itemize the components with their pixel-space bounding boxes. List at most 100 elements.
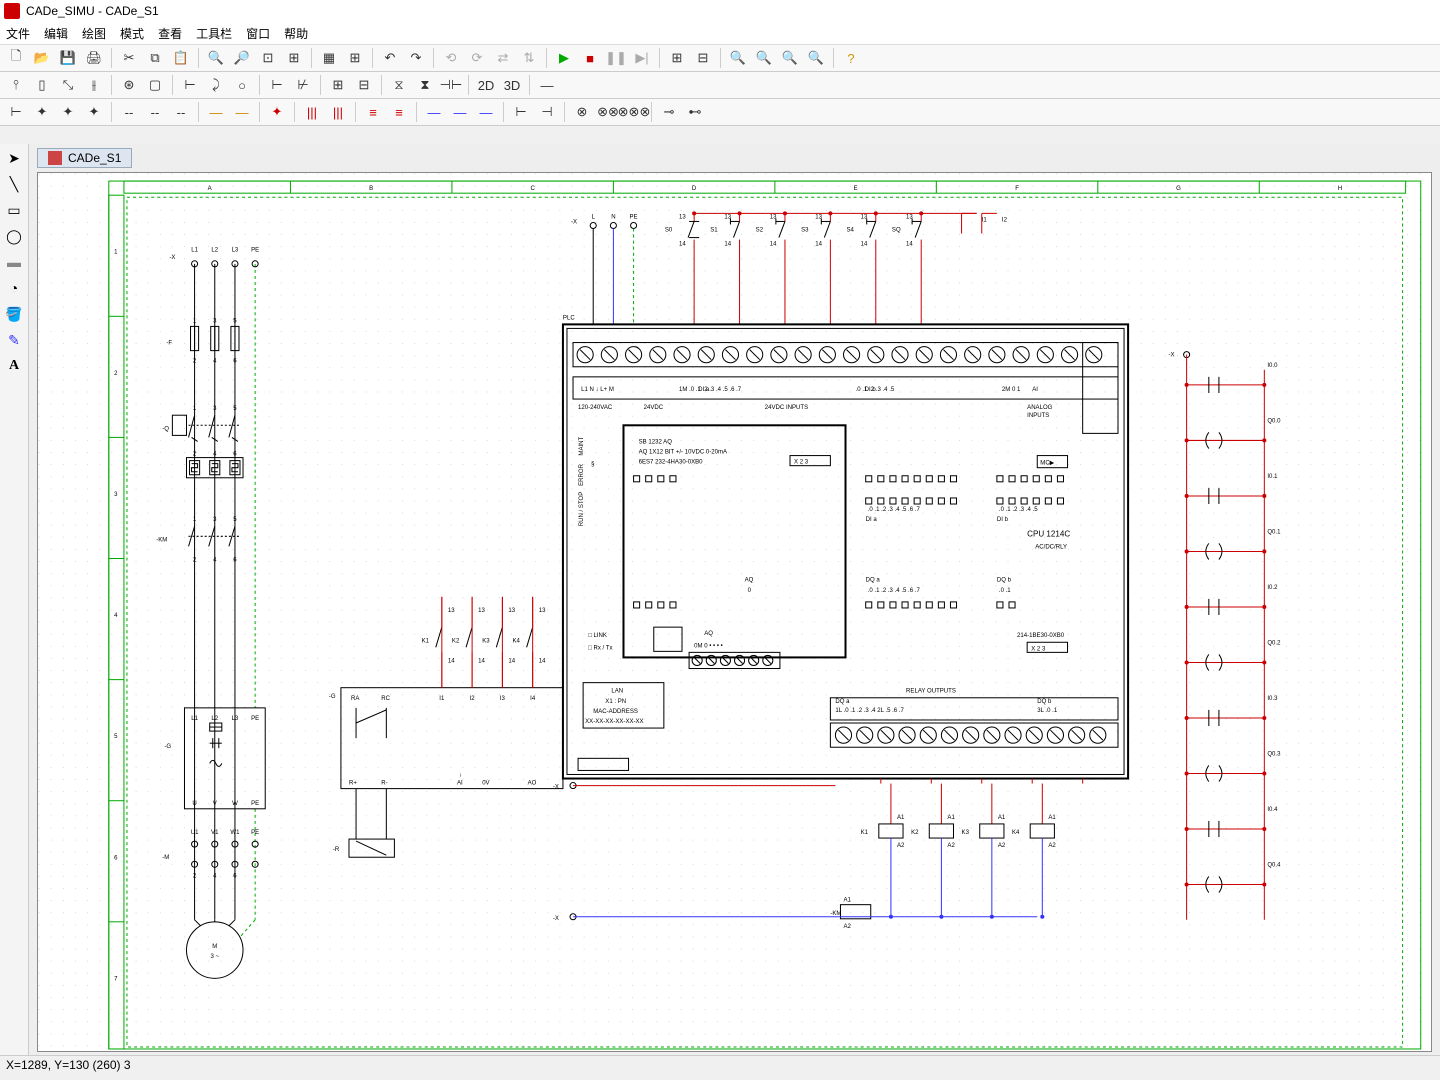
wire-term1-icon[interactable]: ⊸: [657, 100, 681, 124]
comp-no-icon[interactable]: ⊢: [265, 73, 289, 97]
wire-blue2-icon[interactable]: —: [448, 100, 472, 124]
wire-v2-icon[interactable]: ⊣: [535, 100, 559, 124]
wire-term2-icon[interactable]: ⊷: [683, 100, 707, 124]
mirror-v-icon[interactable]: ⇅: [517, 46, 541, 70]
wire-blue1-icon[interactable]: —: [422, 100, 446, 124]
open-icon[interactable]: 📂: [30, 46, 54, 70]
comp-probe-icon[interactable]: ⫯: [4, 73, 28, 97]
cut-icon[interactable]: ✂: [117, 46, 141, 70]
stop-icon[interactable]: ■: [578, 46, 602, 70]
zoom4-icon[interactable]: 🔍: [804, 46, 828, 70]
comp-cap-icon[interactable]: ⊣⊢: [439, 73, 463, 97]
wire-dash2-icon[interactable]: --: [143, 100, 167, 124]
wire-blue3-icon[interactable]: —: [474, 100, 498, 124]
svg-text:K3: K3: [962, 830, 970, 836]
comp-relay1-icon[interactable]: ⊞: [326, 73, 350, 97]
wire-3ph1-icon[interactable]: |||: [300, 100, 324, 124]
wire-coil2-icon[interactable]: ⊗⊗: [596, 100, 620, 124]
comp-timer1-icon[interactable]: ⧖: [387, 73, 411, 97]
wire-h1-icon[interactable]: ≡: [361, 100, 385, 124]
new-icon[interactable]: 🗋: [4, 46, 28, 70]
menu-mode[interactable]: 模式: [120, 25, 144, 42]
wire-solid1-icon[interactable]: —: [204, 100, 228, 124]
pause-icon[interactable]: ❚❚: [604, 46, 628, 70]
svg-text:14: 14: [508, 658, 515, 664]
comp-block-icon[interactable]: ▢: [143, 73, 167, 97]
comp-switch-icon[interactable]: ⤡: [56, 73, 80, 97]
svg-text:XX-XX-XX-XX-XX-XX: XX-XX-XX-XX-XX-XX: [585, 719, 643, 725]
wire-solid2-icon[interactable]: —: [230, 100, 254, 124]
step-icon[interactable]: ▶|: [630, 46, 654, 70]
copy-icon[interactable]: ⧉: [143, 46, 167, 70]
comp-timer2-icon[interactable]: ⧗: [413, 73, 437, 97]
wire-1-icon[interactable]: ⊢: [4, 100, 28, 124]
comp-line-icon[interactable]: —: [535, 73, 559, 97]
zoom-out-icon[interactable]: 🔍: [204, 46, 228, 70]
svg-text:I0.0: I0.0: [1267, 363, 1278, 369]
arrow-icon[interactable]: ➤: [4, 148, 24, 168]
svg-text:U1: U1: [191, 830, 199, 836]
wire-v1-icon[interactable]: ⊢: [509, 100, 533, 124]
help-icon[interactable]: ?: [839, 46, 863, 70]
redo-icon[interactable]: ↷: [404, 46, 428, 70]
comp-circle-icon[interactable]: ○: [230, 73, 254, 97]
rotate-left-icon[interactable]: ⟲: [439, 46, 463, 70]
comp-rotate-icon[interactable]: ⤸: [204, 73, 228, 97]
grid-icon[interactable]: ⊞: [343, 46, 367, 70]
wire-4-icon[interactable]: ✦: [82, 100, 106, 124]
save-icon[interactable]: 💾: [56, 46, 80, 70]
wire-dash1-icon[interactable]: --: [117, 100, 141, 124]
comp-multi-icon[interactable]: ⫲: [82, 73, 106, 97]
rotate-right-icon[interactable]: ⟳: [465, 46, 489, 70]
mirror-h-icon[interactable]: ⇄: [491, 46, 515, 70]
wire-3ph2-icon[interactable]: |||: [326, 100, 350, 124]
window2-icon[interactable]: ⊟: [691, 46, 715, 70]
wire-2-icon[interactable]: ✦: [30, 100, 54, 124]
undo-icon[interactable]: ↶: [378, 46, 402, 70]
svg-text:SQ: SQ: [892, 228, 901, 234]
menu-view[interactable]: 查看: [158, 25, 182, 42]
drawing-canvas[interactable]: ABCDEFGH 1234567 -X L1L2L3PE -F: [37, 172, 1432, 1052]
text-tool-icon[interactable]: A: [4, 356, 24, 376]
menu-window[interactable]: 窗口: [246, 25, 270, 42]
pick-tool-icon[interactable]: ✎: [4, 330, 24, 350]
line-tool-icon[interactable]: ╲: [4, 174, 24, 194]
comp-fuse-icon[interactable]: ▯: [30, 73, 54, 97]
paste-icon[interactable]: 📋: [169, 46, 193, 70]
wire-h2-icon[interactable]: ≡: [387, 100, 411, 124]
arc-tool-icon[interactable]: ◔: [4, 278, 24, 298]
wire-node-icon[interactable]: ✦: [265, 100, 289, 124]
menu-edit[interactable]: 编辑: [44, 25, 68, 42]
comp-3d-icon[interactable]: 3D: [500, 73, 524, 97]
ellipse-tool-icon[interactable]: ◯: [4, 226, 24, 246]
wire-coil3-icon[interactable]: ⊗⊗⊗: [622, 100, 646, 124]
window1-icon[interactable]: ⊞: [665, 46, 689, 70]
zoom-in-icon[interactable]: 🔎: [230, 46, 254, 70]
menu-toolbar[interactable]: 工具栏: [196, 25, 232, 42]
fillrect-tool-icon[interactable]: ▬: [4, 252, 24, 272]
menu-help[interactable]: 帮助: [284, 25, 308, 42]
comp-nc-icon[interactable]: ⊬: [291, 73, 315, 97]
zoom2-icon[interactable]: 🔍: [752, 46, 776, 70]
comp-relay2-icon[interactable]: ⊟: [352, 73, 376, 97]
comp-2d-icon[interactable]: 2D: [474, 73, 498, 97]
zoom-area-icon[interactable]: ⊞: [282, 46, 306, 70]
wire-dash3-icon[interactable]: --: [169, 100, 193, 124]
wire-3-icon[interactable]: ✦: [56, 100, 80, 124]
menu-draw[interactable]: 绘图: [82, 25, 106, 42]
print-icon[interactable]: 🖨: [82, 46, 106, 70]
menu-file[interactable]: 文件: [6, 25, 30, 42]
wire-coil1-icon[interactable]: ⊗: [570, 100, 594, 124]
select-icon[interactable]: ▦: [317, 46, 341, 70]
play-icon[interactable]: ▶: [552, 46, 576, 70]
comp-motor-icon[interactable]: ⊛: [117, 73, 141, 97]
zoom1-icon[interactable]: 🔍: [726, 46, 750, 70]
comp-contact-icon[interactable]: ⊢: [178, 73, 202, 97]
fill-tool-icon[interactable]: 🪣: [4, 304, 24, 324]
svg-text:6ES7 232-4HA30-0XB0: 6ES7 232-4HA30-0XB0: [639, 460, 704, 466]
svg-text:7: 7: [114, 976, 118, 982]
document-tab[interactable]: CADe_S1: [37, 148, 132, 168]
zoom3-icon[interactable]: 🔍: [778, 46, 802, 70]
zoom-fit-icon[interactable]: ⊡: [256, 46, 280, 70]
rect-tool-icon[interactable]: ▭: [4, 200, 24, 220]
